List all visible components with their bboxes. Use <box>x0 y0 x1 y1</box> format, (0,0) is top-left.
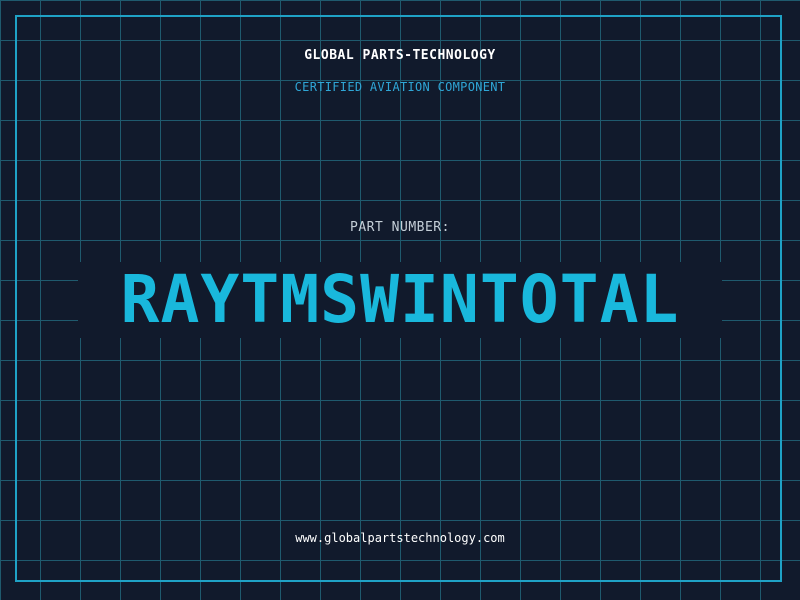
certification-subtitle: CERTIFIED AVIATION COMPONENT <box>294 80 506 94</box>
part-number-value: RAYTMSWINTOTAL <box>120 261 680 338</box>
part-number-label: PART NUMBER: <box>350 220 450 235</box>
certificate-card: GLOBAL PARTS-TECHNOLOGY CERTIFIED AVIATI… <box>0 0 800 600</box>
website-link[interactable]: www.globalpartstechnology.com <box>0 531 800 545</box>
company-name: GLOBAL PARTS-TECHNOLOGY <box>304 48 496 63</box>
